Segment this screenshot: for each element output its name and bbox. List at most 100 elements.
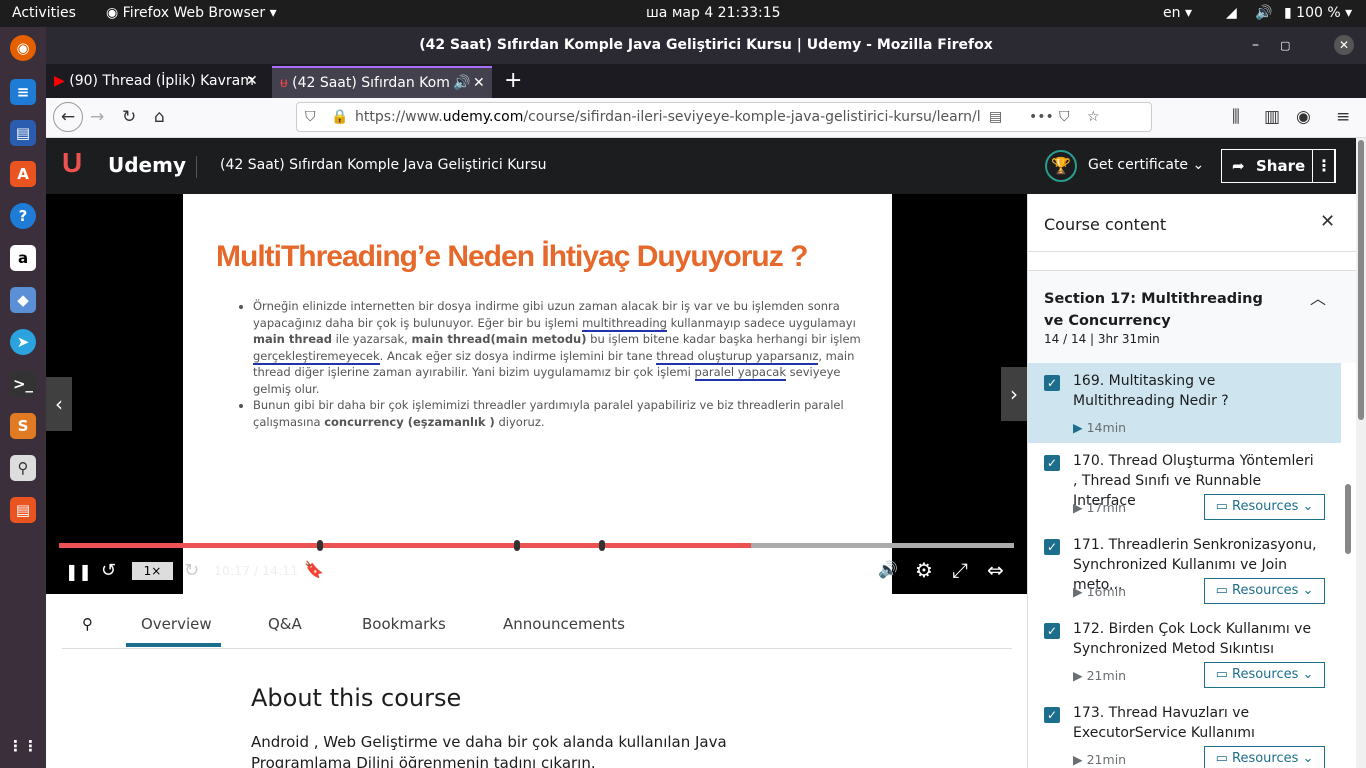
telegram-icon[interactable]: ➤ (10, 329, 36, 355)
rewind-icon[interactable]: ↺ (101, 560, 116, 581)
completed-checkbox[interactable]: ✓ (1044, 539, 1060, 555)
forward-button[interactable]: → (90, 106, 104, 128)
tab-close-icon[interactable]: ✕ (246, 66, 258, 96)
tab-youtube[interactable]: ▶ (90) Thread (İplik) Kavram ✕ (54, 66, 266, 98)
url-bar[interactable]: ⛉ 🔒 https://www.udemy.com/course/sifirda… (296, 102, 1152, 132)
forward-icon[interactable]: ↻ (184, 560, 199, 581)
lecture-duration: ▶ 21min (1073, 752, 1127, 767)
page-scrollbar[interactable] (1356, 138, 1366, 768)
resources-button[interactable]: ▭ Resources ⌄ (1204, 494, 1325, 520)
course-title[interactable]: (42 Saat) Sıfırdan Komple Java Geliştiri… (220, 157, 547, 173)
bookmark-marker[interactable] (599, 540, 605, 551)
speaker-icon[interactable]: 🔊 (453, 68, 470, 98)
more-options-button[interactable]: ⋮ (1312, 149, 1336, 183)
amazon-icon[interactable]: a (10, 245, 36, 271)
get-certificate-button[interactable]: Get certificate ⌄ (1088, 157, 1204, 173)
completed-checkbox[interactable]: ✓ (1044, 707, 1060, 723)
trophy-icon[interactable]: 🏆 (1045, 150, 1077, 182)
pocket-icon[interactable]: ⛉ (1059, 103, 1070, 131)
lecture-duration: ▶ 21min (1073, 668, 1127, 683)
previous-lecture-button[interactable]: ‹ (46, 377, 72, 431)
udemy-logo[interactable]: Udemy (108, 153, 186, 177)
sidebar-header: Course content ✕ (1028, 194, 1356, 252)
resources-button[interactable]: ▭ Resources ⌄ (1204, 746, 1325, 768)
tab-udemy[interactable]: ᵾ (42 Saat) Sıfırdan Kom 🔊 ✕ (272, 66, 492, 98)
lecture-item[interactable]: ✓ 171. Threadlerin Senkronizasyonu, Sync… (1028, 527, 1341, 611)
help-icon[interactable]: ? (10, 203, 36, 229)
pdf-icon[interactable]: ▤ (10, 497, 36, 523)
section-header[interactable]: Section 17: Multithreading ve Concurrenc… (1028, 270, 1356, 363)
lecture-item[interactable]: ✓ 169. Multitasking ve Multithreading Ne… (1028, 363, 1341, 443)
completed-checkbox[interactable]: ✓ (1044, 455, 1060, 471)
shield-icon[interactable]: ⛉ (305, 103, 316, 131)
maximize-icon[interactable]: ▢ (1280, 27, 1290, 64)
dock: ◉ ≡ ▤ A ? a ◆ ➤ >_ S ⚲ ▤ ⋮⋮ (0, 27, 46, 768)
app-menu[interactable]: ◉ Firefox Web Browser ▾ (106, 5, 277, 21)
writer-icon[interactable]: ≡ (10, 79, 36, 105)
search-icon[interactable]: ⚲ (82, 615, 93, 633)
activities-button[interactable]: Activities (12, 5, 76, 21)
firefox-icon[interactable]: ◉ (10, 35, 36, 61)
tab-close-icon[interactable]: ✕ (473, 68, 485, 98)
tab-bar: ▶ (90) Thread (İplik) Kavram ✕ ᵾ (42 Saa… (46, 64, 1366, 98)
show-apps-icon[interactable]: ⋮⋮ (8, 733, 38, 759)
document-icon[interactable]: ▤ (10, 120, 36, 146)
library-icon[interactable]: ⫼ (1232, 106, 1240, 128)
time-display: 10:17 / 14:11 (214, 563, 299, 578)
lecture-item[interactable]: ✓ 173. Thread Havuzları ve ExecutorServi… (1028, 695, 1341, 768)
lecture-item[interactable]: ✓ 170. Thread Oluşturma Yöntemleri , Thr… (1028, 443, 1341, 527)
volume-icon[interactable]: 🔊 (878, 560, 898, 579)
volume-icon[interactable]: 🔊 (1255, 5, 1272, 21)
udemy-logo-icon[interactable]: U (62, 147, 82, 179)
pause-button[interactable]: ❚❚ (65, 562, 92, 581)
completed-checkbox[interactable]: ✓ (1044, 375, 1060, 391)
back-button[interactable]: ← (53, 102, 83, 132)
reload-button[interactable]: ↻ (122, 106, 136, 128)
settings-gear-icon[interactable]: ⚙ (915, 558, 933, 582)
course-tabs: ⚲ Overview Q&A Bookmarks Announcements (62, 594, 1012, 649)
chevron-up-icon[interactable]: ︿ (1310, 285, 1326, 309)
battery-indicator[interactable]: ▮ 100 % ▾ (1284, 5, 1352, 21)
fullscreen-icon[interactable]: ⤢ (952, 558, 968, 582)
tab-overview[interactable]: Overview (141, 615, 212, 633)
progress-bar[interactable] (59, 540, 1014, 551)
sublime-icon[interactable]: S (10, 413, 36, 439)
close-sidebar-icon[interactable]: ✕ (1320, 211, 1335, 232)
scrollbar-thumb[interactable] (1358, 140, 1364, 420)
sidebar-scrollbar[interactable] (1345, 484, 1351, 554)
reader-view-icon[interactable]: ▤ (989, 103, 1002, 131)
resources-button[interactable]: ▭ Resources ⌄ (1204, 578, 1325, 604)
close-window-icon[interactable]: ✕ (1334, 35, 1354, 55)
cube-icon[interactable]: ◆ (10, 287, 36, 313)
wifi-icon[interactable]: ◢ (1226, 5, 1237, 21)
expand-icon[interactable]: ⇔ (987, 558, 1004, 582)
tab-bookmarks[interactable]: Bookmarks (362, 615, 446, 633)
account-icon[interactable]: ◉ (1296, 106, 1311, 128)
menu-icon[interactable]: ≡ (1336, 106, 1350, 128)
next-lecture-button[interactable]: › (1001, 367, 1027, 421)
bookmark-star-icon[interactable]: ☆ (1087, 103, 1100, 131)
terminal-icon[interactable]: >_ (10, 371, 36, 397)
tab-qa[interactable]: Q&A (268, 615, 302, 633)
clock[interactable]: ша мар 4 21:33:15 (646, 5, 781, 21)
resources-button[interactable]: ▭ Resources ⌄ (1204, 662, 1325, 688)
page-actions-icon[interactable]: ••• (1029, 103, 1054, 131)
new-tab-button[interactable]: + (504, 66, 522, 98)
completed-checkbox[interactable]: ✓ (1044, 623, 1060, 639)
sidebar-icon[interactable]: ▥ (1264, 106, 1280, 128)
search-app-icon[interactable]: ⚲ (10, 455, 36, 481)
bookmark-marker[interactable] (317, 540, 323, 551)
playback-speed-button[interactable]: 1× (132, 562, 173, 580)
minimize-icon[interactable]: – (1252, 27, 1259, 64)
add-bookmark-icon[interactable]: 🔖 (304, 560, 324, 579)
language-indicator[interactable]: en ▾ (1163, 5, 1192, 21)
lecture-duration: ▶ 16min (1073, 584, 1127, 599)
lecture-item[interactable]: ✓ 172. Birden Çok Lock Kullanımı ve Sync… (1028, 611, 1341, 695)
tab-announcements[interactable]: Announcements (503, 615, 625, 633)
lecture-slide: MultiThreading’e Neden İhtiyaç Duyuyoruz… (183, 194, 892, 594)
lock-icon[interactable]: 🔒 (331, 103, 348, 131)
video-player[interactable]: MultiThreading’e Neden İhtiyaç Duyuyoruz… (46, 194, 1027, 594)
software-center-icon[interactable]: A (10, 161, 36, 187)
home-button[interactable]: ⌂ (154, 106, 165, 128)
bookmark-marker[interactable] (514, 540, 520, 551)
